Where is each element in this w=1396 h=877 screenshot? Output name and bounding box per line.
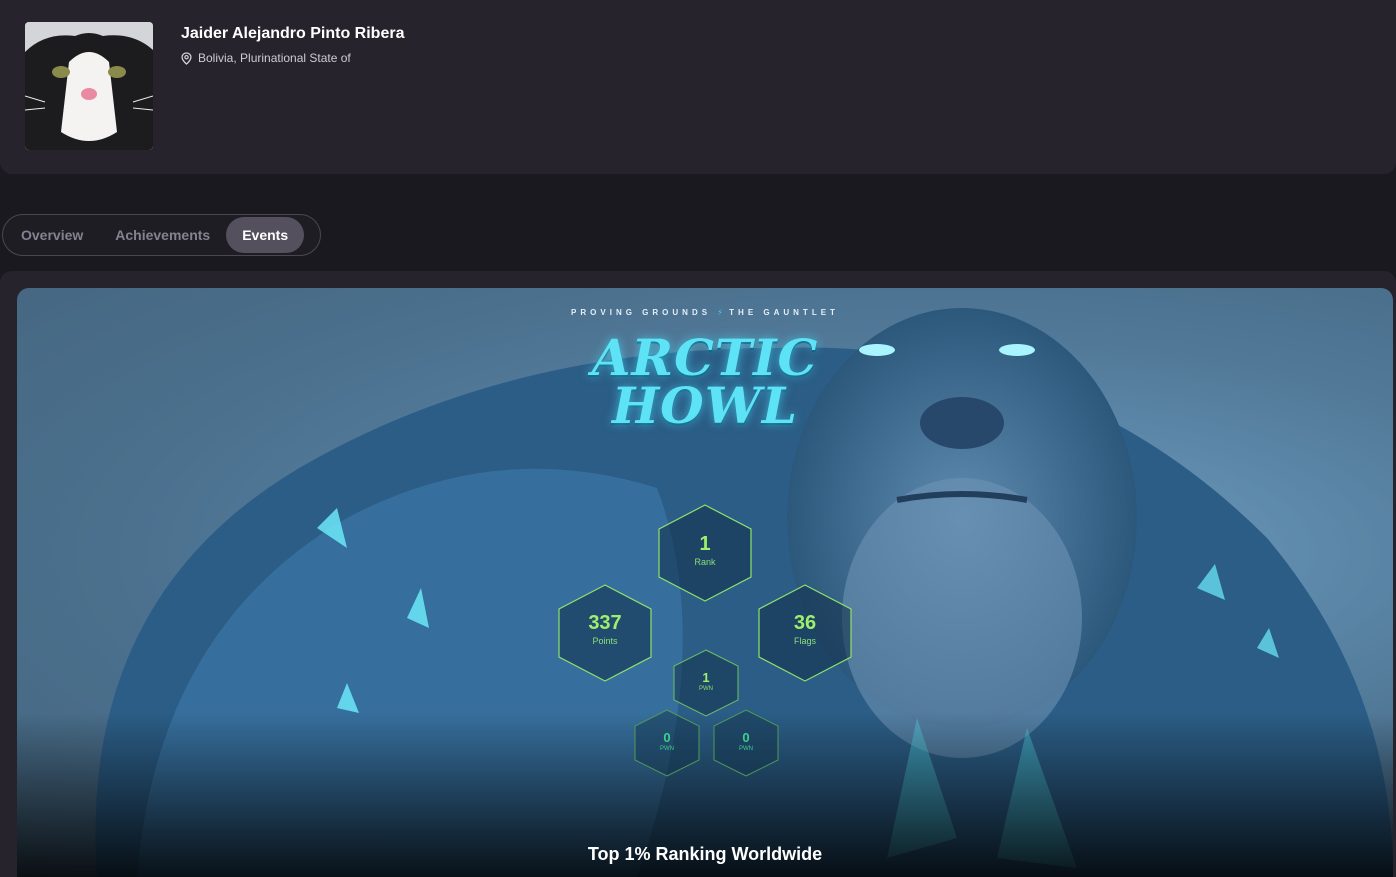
profile-tabs: Overview Achievements Events [2,214,321,256]
pwn-left-label: PWN [660,746,674,752]
pwn-right-value: 0 [742,730,750,745]
event-banner[interactable]: PROVING GROUNDS ⚡ THE GAUNTLET ARCTIC HO… [17,288,1393,877]
points-label: Points [592,636,618,646]
points-stat: 337 Points [555,583,655,683]
event-subtitle-right: THE GAUNTLET [729,308,839,317]
rank-label: Rank [694,557,716,567]
tab-overview[interactable]: Overview [5,217,99,253]
event-subtitle: PROVING GROUNDS ⚡ THE GAUNTLET [17,308,1393,317]
profile-card: Jaider Alejandro Pinto Ribera Bolivia, P… [0,0,1396,174]
pwn-left-value: 0 [663,730,671,745]
rank-value: 1 [699,533,711,555]
pwn-stat-right: 0 PWN [711,708,781,778]
location: Bolivia, Plurinational State of [181,51,351,65]
flags-stat: 36 Flags [755,583,855,683]
ranking-text: Top 1% Ranking Worldwide [587,844,823,864]
location-text: Bolivia, Plurinational State of [198,51,351,65]
flags-value: 36 [793,612,817,634]
pwn-right-label: PWN [739,746,753,752]
pwn-top-label: PWN [699,686,713,692]
points-value: 337 [588,612,622,634]
tab-events[interactable]: Events [226,217,305,253]
pwn-stat-left: 0 PWN [632,708,702,778]
pwn-top-value: 1 [702,670,710,685]
event-subtitle-left: PROVING GROUNDS [571,308,712,317]
map-pin-icon [181,51,192,65]
user-name: Jaider Alejandro Pinto Ribera [181,25,405,42]
avatar[interactable] [25,22,153,150]
event-title-line2: HOWL [611,376,799,435]
flags-label: Flags [793,636,816,646]
tab-achievements[interactable]: Achievements [99,217,226,253]
lightning-icon: ⚡ [717,308,723,317]
rank-stat: 1 Rank [655,503,755,603]
